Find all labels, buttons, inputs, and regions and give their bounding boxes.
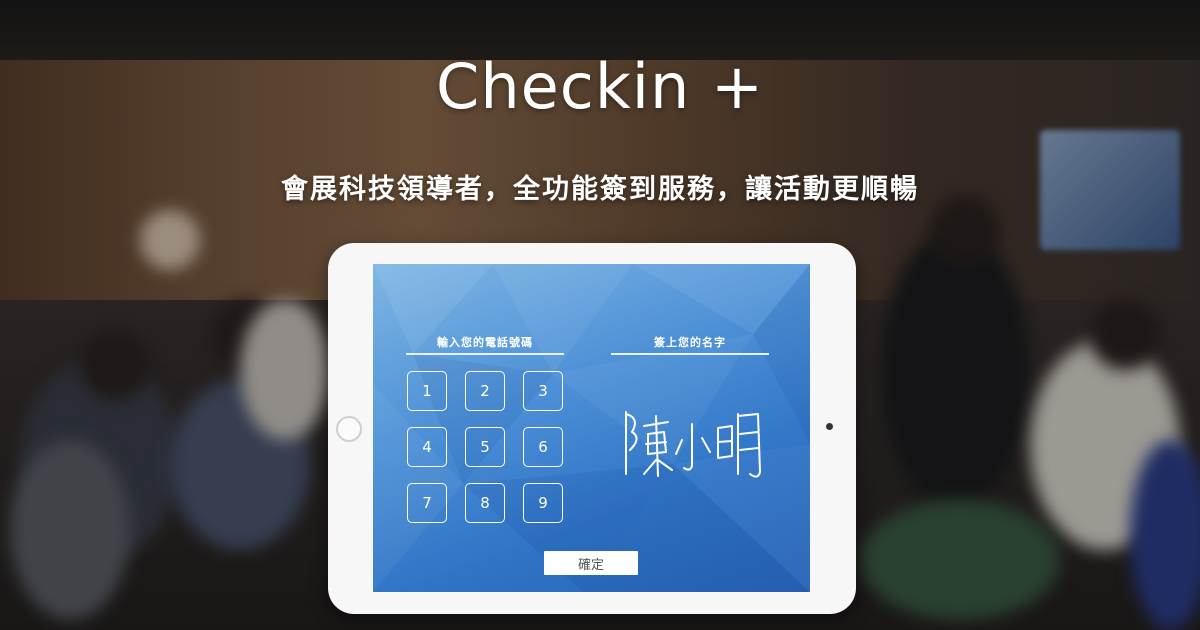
- keypad-key-6[interactable]: 6: [523, 427, 563, 467]
- phone-heading: 輸入您的電話號碼: [437, 336, 533, 349]
- keypad-key-7[interactable]: 7: [407, 483, 447, 523]
- signature-canvas[interactable]: [618, 404, 768, 484]
- confirm-button[interactable]: 確定: [544, 551, 638, 575]
- keypad-key-2[interactable]: 2: [465, 371, 505, 411]
- camera-icon: [826, 423, 833, 430]
- signature-divider: [611, 353, 769, 355]
- page-title: Checkin +: [436, 50, 764, 123]
- tablet-device: 輸入您的電話號碼 簽上您的名字 1 2 3 4 5 6 7 8 9 確定: [328, 243, 856, 614]
- phone-divider: [406, 353, 564, 355]
- checkin-screen: 輸入您的電話號碼 簽上您的名字 1 2 3 4 5 6 7 8 9 確定: [373, 264, 810, 592]
- keypad-key-5[interactable]: 5: [465, 427, 505, 467]
- page-subtitle: 會展科技領導者，全功能簽到服務，讓活動更順暢: [281, 174, 919, 205]
- keypad-key-8[interactable]: 8: [465, 483, 505, 523]
- keypad-key-4[interactable]: 4: [407, 427, 447, 467]
- home-button: [336, 416, 362, 442]
- keypad-key-9[interactable]: 9: [523, 483, 563, 523]
- signature-heading: 簽上您的名字: [654, 336, 726, 349]
- keypad-key-1[interactable]: 1: [407, 371, 447, 411]
- keypad-key-3[interactable]: 3: [523, 371, 563, 411]
